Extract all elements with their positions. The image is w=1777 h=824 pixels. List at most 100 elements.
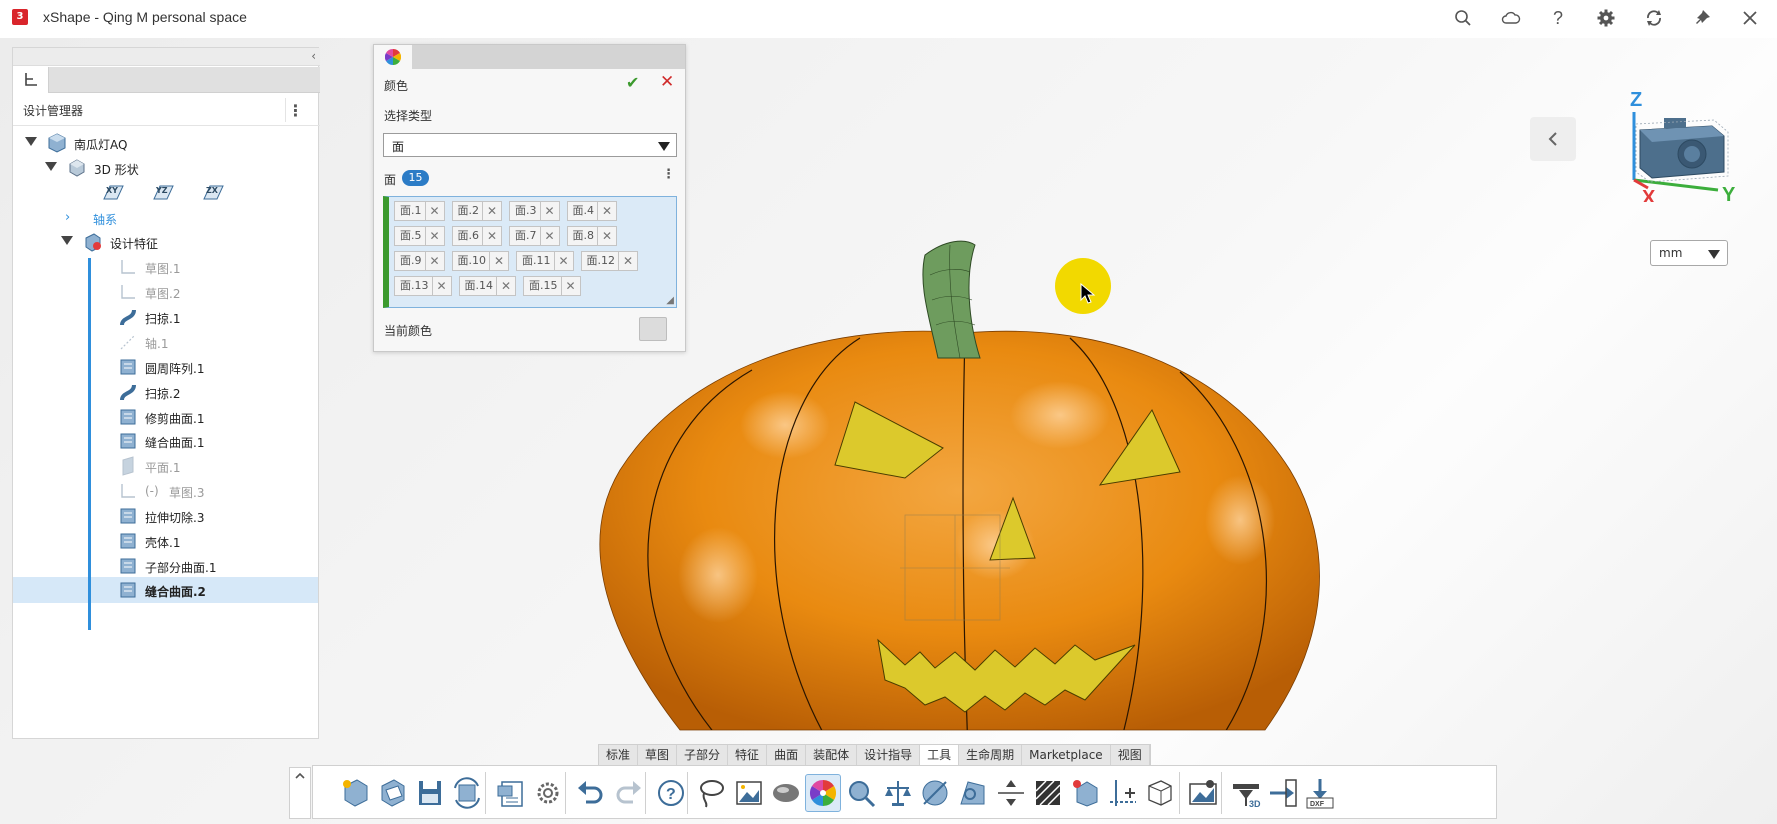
more-options-icon[interactable]: ⋮ xyxy=(285,98,305,122)
face-selection-box[interactable]: ◢ 面.1 ✕ 面.2 ✕ 面.3 ✕ 面.4 ✕ 面.5 ✕ 面.6 ✕ 面.7 ✕ 面.8 ✕ 面.9 ✕ 面.… xyxy=(383,196,677,308)
tree-item[interactable]: 缝合曲面.2 xyxy=(13,577,318,603)
redo-icon[interactable] xyxy=(610,774,646,812)
chevron-right-icon[interactable]: › xyxy=(65,210,70,225)
tree-item[interactable]: 扫掠.2 xyxy=(13,379,318,405)
tree-item[interactable]: 设计特征 xyxy=(13,229,318,255)
remove-face-icon[interactable]: ✕ xyxy=(598,229,616,243)
remove-face-icon[interactable]: ✕ xyxy=(426,204,444,218)
magnify-icon[interactable] xyxy=(843,774,879,812)
undo-icon[interactable] xyxy=(573,774,609,812)
open-icon[interactable] xyxy=(375,774,411,812)
view-cube[interactable]: Z X Y xyxy=(1620,82,1740,202)
tree-item[interactable]: 南瓜灯AQ xyxy=(13,130,318,156)
tab-6[interactable]: 设计指导 xyxy=(857,745,921,765)
tree-item[interactable]: 子部分曲面.1 xyxy=(13,553,318,579)
remove-face-icon[interactable]: ✕ xyxy=(555,254,573,268)
regenerate-icon[interactable] xyxy=(449,774,485,812)
image-icon[interactable] xyxy=(731,774,767,812)
tree-item[interactable]: (-) 草图.3 xyxy=(13,478,318,504)
tab-5[interactable]: 装配体 xyxy=(806,745,858,765)
tree-item[interactable]: 草图.1 xyxy=(13,254,318,280)
tree-item[interactable]: 壳体.1 xyxy=(13,528,318,554)
measure-icon[interactable] xyxy=(955,774,991,812)
tree-item[interactable]: › 轴系 xyxy=(13,205,318,231)
tab-9[interactable]: Marketplace xyxy=(1022,745,1111,765)
tab-0[interactable]: 标准 xyxy=(599,745,639,765)
tree-item[interactable]: 拉伸切除.3 xyxy=(13,503,318,529)
hatch-icon[interactable] xyxy=(1030,774,1066,812)
face-chip[interactable]: 面.6 ✕ xyxy=(451,226,502,246)
select-type-dropdown[interactable]: 面 xyxy=(383,133,677,157)
tree-item[interactable]: 3D 形状 xyxy=(13,155,318,181)
toolbar-collapse-button[interactable] xyxy=(289,767,311,819)
cancel-x-icon[interactable]: ✕ xyxy=(660,72,674,92)
tree-item[interactable]: 扫掠.1 xyxy=(13,304,318,330)
face-options-icon[interactable]: ⋮ xyxy=(662,167,675,182)
remove-face-icon[interactable]: ✕ xyxy=(490,254,508,268)
help-icon[interactable]: ? xyxy=(653,774,689,812)
expand-triangle-icon[interactable] xyxy=(61,236,73,245)
remove-face-icon[interactable]: ✕ xyxy=(433,279,451,293)
tab-10[interactable]: 视图 xyxy=(1111,745,1150,765)
resize-handle-icon[interactable]: ◢ xyxy=(666,295,674,306)
remove-face-icon[interactable]: ✕ xyxy=(541,204,559,218)
screenshot-icon[interactable] xyxy=(1185,774,1221,812)
expand-triangle-icon[interactable] xyxy=(45,162,57,171)
face-chip[interactable]: 面.11 ✕ xyxy=(516,251,574,271)
plane-zx-icon[interactable]: ZX xyxy=(201,183,225,203)
deviation-icon[interactable] xyxy=(1068,774,1104,812)
view-back-button[interactable] xyxy=(1530,117,1576,161)
remove-face-icon[interactable]: ✕ xyxy=(426,229,444,243)
plane-yz-icon[interactable]: YZ xyxy=(151,183,175,203)
remove-face-icon[interactable]: ✕ xyxy=(426,254,444,268)
tab-7[interactable]: 工具 xyxy=(920,745,960,765)
tree-item[interactable]: 轴.1 xyxy=(13,329,318,355)
lasso-select-icon[interactable] xyxy=(693,774,729,812)
remove-face-icon[interactable]: ✕ xyxy=(598,204,616,218)
face-chip[interactable]: 面.7 ✕ xyxy=(509,226,560,246)
remove-face-icon[interactable]: ✕ xyxy=(562,279,580,293)
face-chip[interactable]: 面.3 ✕ xyxy=(509,201,560,221)
tree-item[interactable]: 缝合曲面.1 xyxy=(13,428,318,454)
options-gear-icon[interactable] xyxy=(530,774,566,812)
clipboard-icon[interactable] xyxy=(493,774,529,812)
unit-dropdown[interactable]: mm xyxy=(1650,240,1728,266)
remove-face-icon[interactable]: ✕ xyxy=(619,254,637,268)
export-icon[interactable] xyxy=(1265,774,1301,812)
collapse-panel-icon[interactable]: ‹ xyxy=(311,49,316,63)
export-dxf-icon[interactable]: DXF xyxy=(1302,774,1338,812)
plane-xy-icon[interactable]: XY xyxy=(101,183,125,203)
save-icon[interactable] xyxy=(412,774,448,812)
face-chip[interactable]: 面.4 ✕ xyxy=(566,201,617,221)
tree-item[interactable]: 草图.2 xyxy=(13,279,318,305)
tree-item[interactable]: 平面.1 xyxy=(13,453,318,479)
remove-face-icon[interactable]: ✕ xyxy=(483,229,501,243)
section-icon[interactable] xyxy=(917,774,953,812)
face-chip[interactable]: 面.8 ✕ xyxy=(566,226,617,246)
mass-properties-icon[interactable] xyxy=(880,774,916,812)
remove-face-icon[interactable]: ✕ xyxy=(541,229,559,243)
export-3d-icon[interactable]: 3D xyxy=(1228,774,1264,812)
current-color-swatch[interactable] xyxy=(639,317,667,341)
face-chip[interactable]: 面.5 ✕ xyxy=(394,226,445,246)
face-chip[interactable]: 面.2 ✕ xyxy=(451,201,502,221)
face-chip[interactable]: 面.10 ✕ xyxy=(451,251,509,271)
feature-tree-tab[interactable] xyxy=(13,67,49,93)
remove-face-icon[interactable]: ✕ xyxy=(483,204,501,218)
new-part-icon[interactable] xyxy=(338,774,374,812)
face-chip[interactable]: 面.1 ✕ xyxy=(394,201,445,221)
color-wheel-icon[interactable] xyxy=(805,774,841,812)
tab-8[interactable]: 生命周期 xyxy=(959,745,1023,765)
face-chip[interactable]: 面.14 ✕ xyxy=(458,276,516,296)
tree-item[interactable]: 修剪曲面.1 xyxy=(13,404,318,430)
tab-4[interactable]: 曲面 xyxy=(767,745,807,765)
tab-2[interactable]: 子部分 xyxy=(677,745,729,765)
face-chip[interactable]: 面.9 ✕ xyxy=(394,251,445,271)
face-chip[interactable]: 面.15 ✕ xyxy=(523,276,581,296)
expand-triangle-icon[interactable] xyxy=(25,137,37,146)
distance-icon[interactable] xyxy=(993,774,1029,812)
color-tab[interactable] xyxy=(374,45,412,69)
axis-add-icon[interactable] xyxy=(1105,774,1141,812)
appearance-sphere-icon[interactable] xyxy=(768,774,804,812)
tab-1[interactable]: 草图 xyxy=(638,745,678,765)
